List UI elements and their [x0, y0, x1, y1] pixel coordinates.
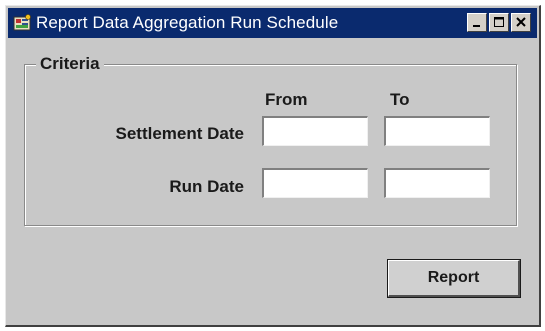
- from-column-header: From: [265, 90, 308, 109]
- report-button[interactable]: Report: [388, 260, 520, 297]
- criteria-legend: Criteria: [36, 54, 104, 74]
- settlement-date-to-field[interactable]: [384, 116, 490, 146]
- minimize-button[interactable]: [467, 13, 487, 32]
- minimize-icon: [473, 25, 480, 27]
- settlement-date-from-field[interactable]: [262, 116, 368, 146]
- close-button[interactable]: [511, 13, 531, 32]
- maximize-icon: [494, 17, 504, 27]
- form-app-icon: [13, 14, 33, 32]
- run-date-from-field[interactable]: [262, 168, 368, 198]
- run-date-to-field[interactable]: [384, 168, 490, 198]
- window-title: Report Data Aggregation Run Schedule: [36, 13, 339, 32]
- title-bar[interactable]: Report Data Aggregation Run Schedule: [8, 8, 537, 38]
- maximize-button[interactable]: [489, 13, 509, 32]
- report-schedule-window: Report Data Aggregation Run Schedule Cri…: [5, 5, 541, 327]
- run-date-label: Run Date: [169, 177, 244, 196]
- settlement-date-label: Settlement Date: [115, 124, 244, 143]
- close-icon: [516, 17, 526, 27]
- to-column-header: To: [390, 90, 410, 109]
